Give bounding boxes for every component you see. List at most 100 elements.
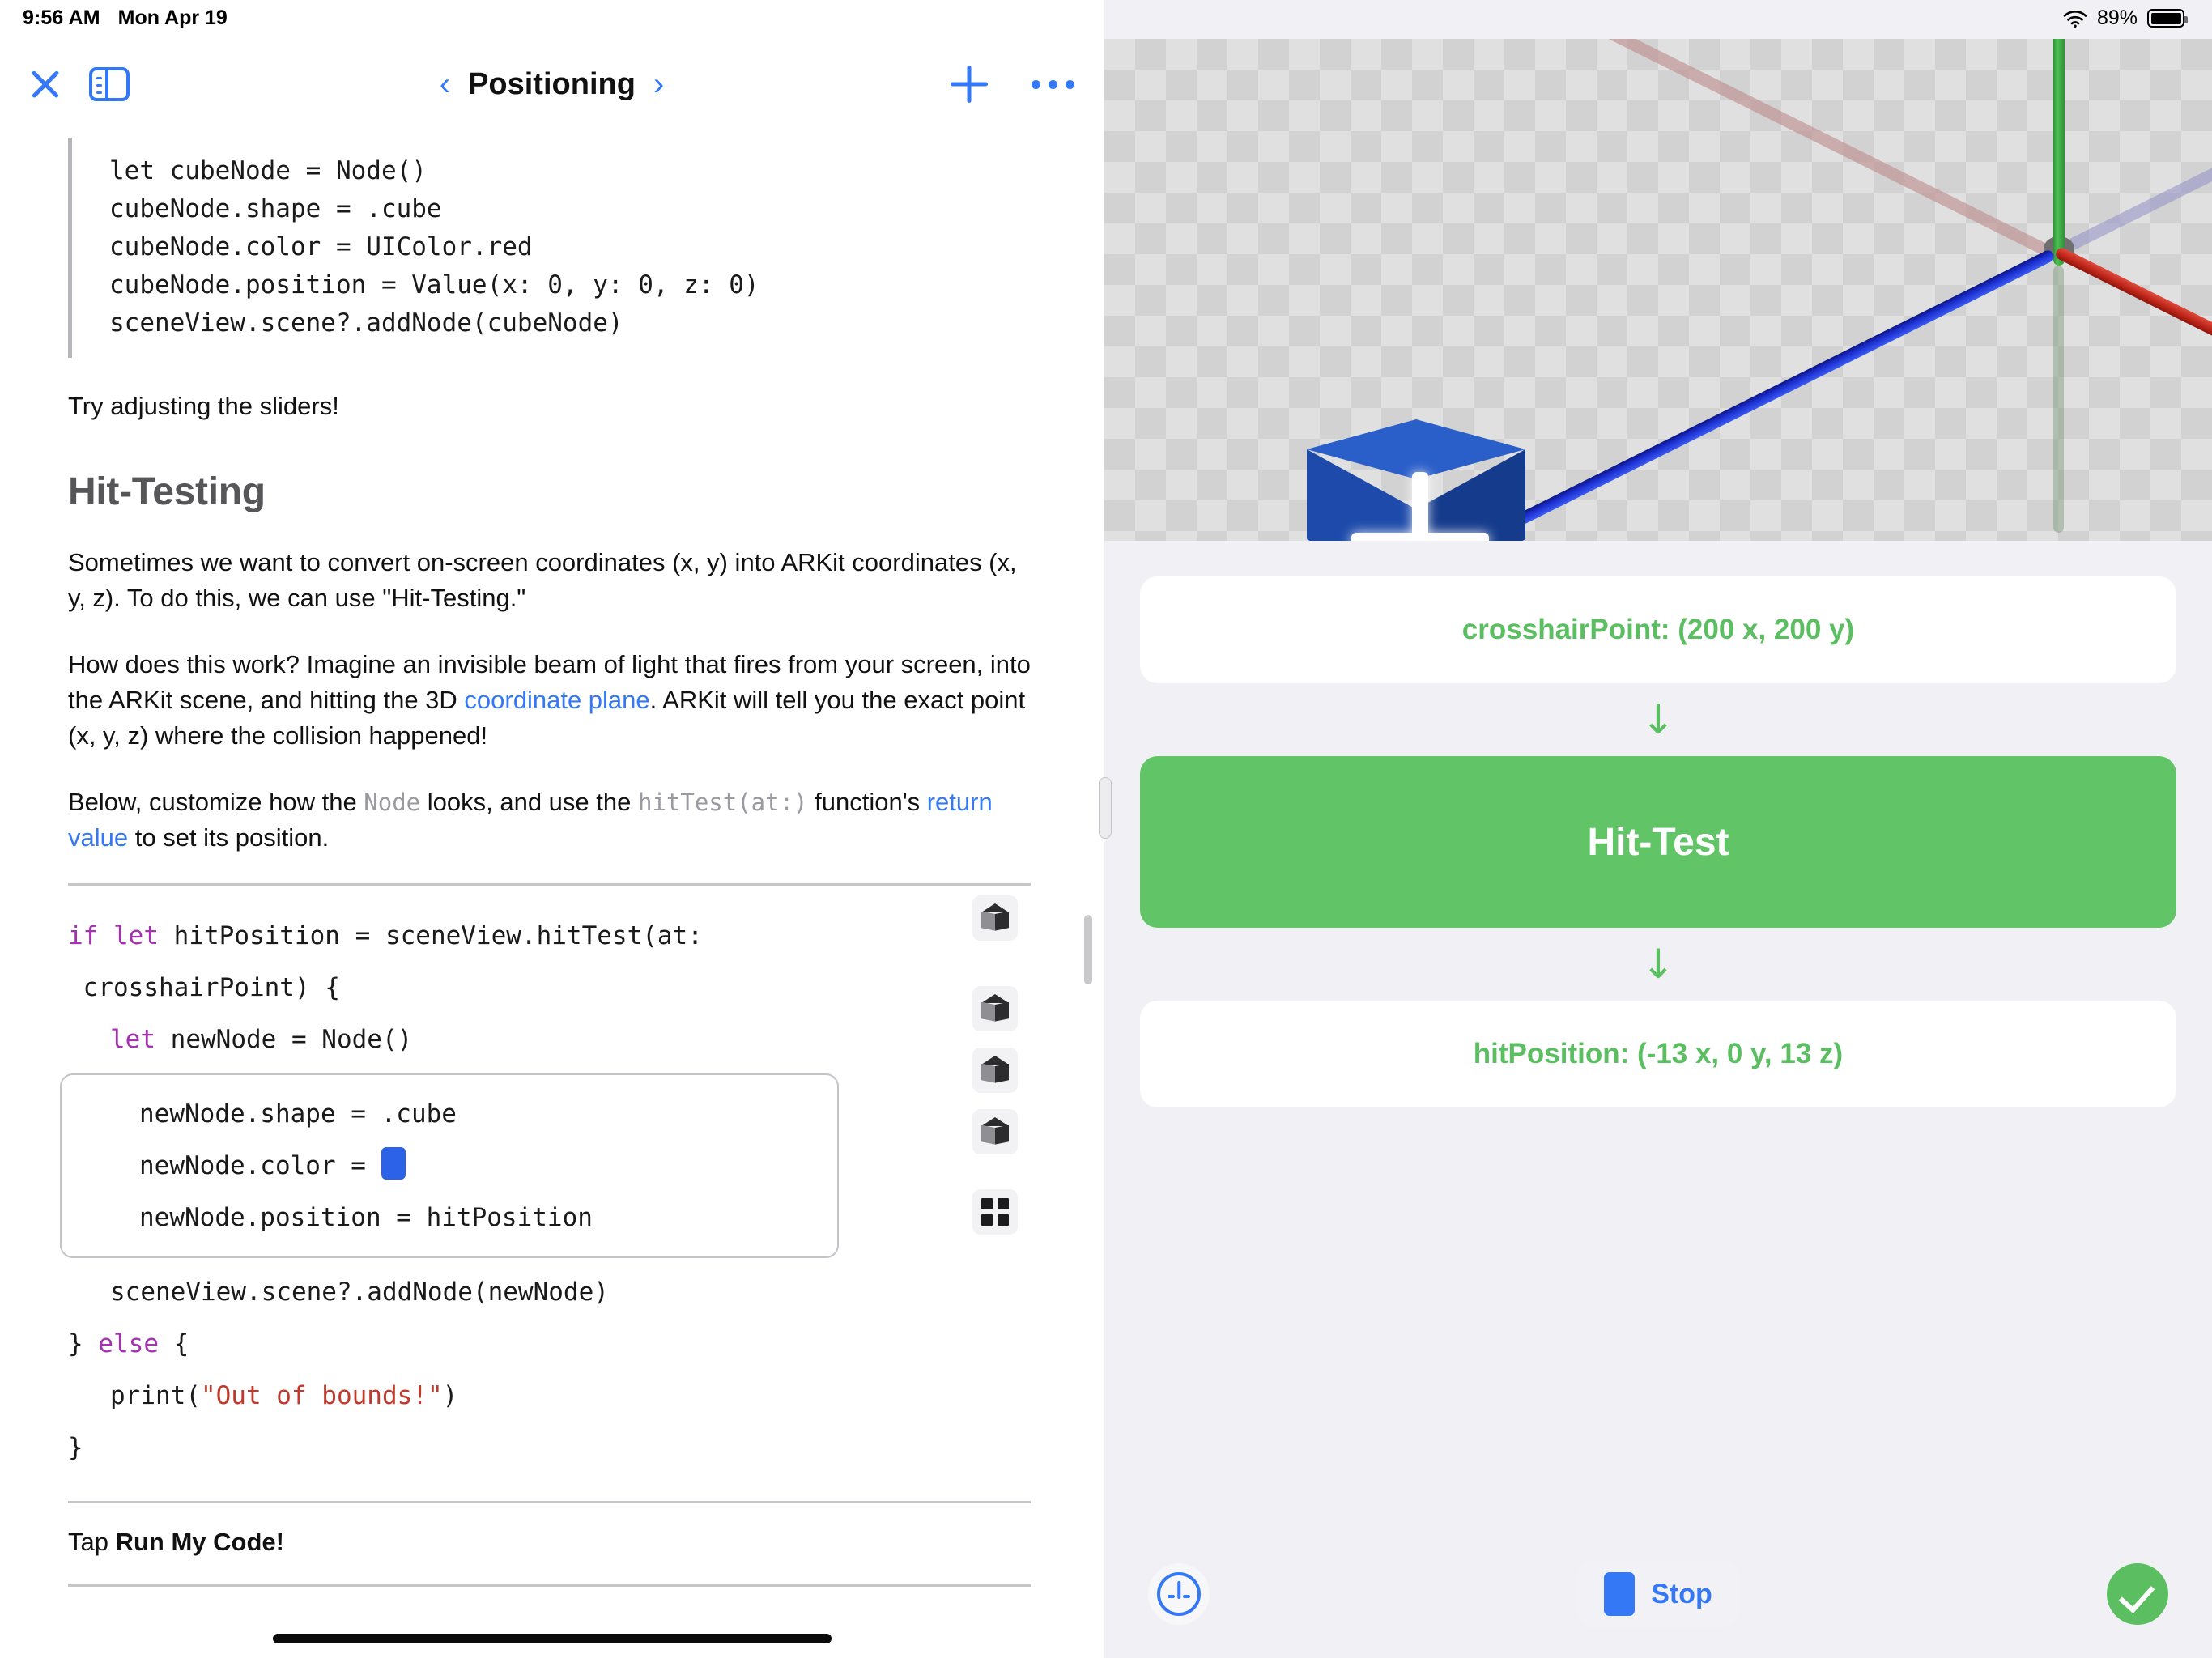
code-line-addnode: sceneView.scene?.addNode(newNode): [110, 1277, 609, 1307]
keyword-let-1: let: [113, 920, 159, 950]
close-icon: [29, 68, 62, 100]
stop-square-icon: [1604, 1572, 1636, 1616]
tap-bold-label: Run My Code!: [115, 1527, 284, 1556]
add-button[interactable]: [951, 66, 988, 103]
sidebar-toggle-icon: [89, 67, 130, 101]
hit-position-value: hitPosition: (-13 x, 0 y, 13 z): [1473, 1038, 1844, 1069]
scene-cube-node: [1307, 419, 1525, 541]
code-if-rest: hitPosition = sceneView.hitTest(at:: [159, 920, 703, 950]
paragraph-how-it-works: How does this work? Imagine an invisible…: [68, 647, 1031, 754]
ar-scene-view[interactable]: [1104, 39, 2212, 541]
more-options-button[interactable]: [1032, 79, 1074, 89]
quoted-code-line-4: cubeNode.position = Value(x: 0, y: 0, z:…: [109, 270, 759, 300]
string-out-of-bounds: "Out of bounds!": [200, 1380, 443, 1410]
sidebar-toggle-button[interactable]: [89, 67, 130, 101]
shelf-cube-button-3[interactable]: [972, 1047, 1018, 1093]
close-button[interactable]: [29, 68, 62, 100]
paragraph-sliders: Try adjusting the sliders!: [68, 391, 339, 420]
speedometer-icon: [1157, 1572, 1201, 1616]
code-line-color[interactable]: newNode.color =: [62, 1140, 837, 1192]
page-title: Positioning: [468, 66, 636, 101]
split-view-divider-handle[interactable]: [1099, 777, 1112, 839]
crosshair-point-card: crosshairPoint: (200 x, 200 y): [1140, 576, 2176, 683]
editable-region-box[interactable]: newNode.shape = .cube newNode.color = ne…: [60, 1073, 839, 1258]
code-color-prefix: newNode.color =: [139, 1150, 381, 1180]
quoted-code-block: let cubeNode = Node() cubeNode.shape = .…: [68, 138, 1031, 358]
cube-icon: [981, 993, 1009, 1023]
para3-part-b: looks, and use the: [420, 787, 638, 816]
more-options-icon: [1032, 79, 1074, 89]
shelf-grid-button[interactable]: [972, 1188, 1018, 1235]
previous-page-button[interactable]: ‹: [440, 68, 450, 100]
paragraph-intro: Sometimes we want to convert on-screen c…: [68, 547, 1017, 612]
stop-button-label: Stop: [1651, 1578, 1712, 1609]
hit-position-card: hitPosition: (-13 x, 0 y, 13 z): [1140, 1001, 2176, 1107]
status-check-button[interactable]: [2106, 1563, 2168, 1625]
hit-test-panel: crosshairPoint: (200 x, 200 y) ↓ Hit-Tes…: [1104, 541, 2212, 1548]
vertical-scrollbar[interactable]: [1084, 915, 1092, 984]
code-line-print: print("Out of bounds!"): [68, 1370, 1031, 1422]
code-line-position[interactable]: newNode.position = hitPosition: [62, 1192, 837, 1244]
plus-icon: [951, 66, 988, 103]
code-print-suffix: ): [442, 1380, 458, 1410]
hit-test-button-label: Hit-Test: [1587, 820, 1729, 864]
code-line-crosshairpoint: crosshairPoint) {: [68, 972, 340, 1002]
split-view-screen: ‹ Positioning › let cubeNode = Node() cu…: [0, 0, 2212, 1658]
para3-part-d: to set its position.: [128, 823, 330, 852]
code-print-prefix: print(: [110, 1380, 201, 1410]
coordinate-plane-link[interactable]: coordinate plane: [464, 686, 649, 714]
code-line-if: if let hitPosition = sceneView.hitTest(a…: [68, 910, 1031, 962]
divider-bottom-2: [68, 1584, 1031, 1587]
shelf-cube-button-4[interactable]: [972, 1108, 1018, 1154]
live-view-pane: crosshairPoint: (200 x, 200 y) ↓ Hit-Tes…: [1104, 0, 2212, 1658]
document-scroll-area[interactable]: let cubeNode = Node() cubeNode.shape = .…: [0, 130, 1104, 1658]
crosshair-marker-icon: [1351, 472, 1489, 541]
para3-part-c: function's: [807, 787, 927, 816]
live-view-bottom-bar: Stop: [1104, 1548, 2212, 1658]
hit-test-button[interactable]: Hit-Test: [1140, 756, 2176, 928]
arrow-down-icon-1: ↓: [1641, 696, 1675, 743]
keyword-if: if: [68, 920, 99, 950]
code-close-brace: }: [68, 1329, 99, 1358]
code-line-shape[interactable]: newNode.shape = .cube: [62, 1088, 837, 1140]
inline-code-node: Node: [364, 788, 421, 816]
shelf-cube-button-1[interactable]: [972, 895, 1018, 941]
home-indicator: [272, 1634, 832, 1643]
code-line-final-brace: }: [68, 1432, 83, 1462]
inline-code-hittest: hitTest(at:): [637, 788, 808, 816]
code-newnode-rest: newNode = Node(): [155, 1024, 413, 1054]
negative-y-axis: [2053, 266, 2064, 533]
divider-top: [68, 882, 1031, 886]
cube-icon: [981, 903, 1009, 933]
editable-code-block[interactable]: if let hitPosition = sceneView.hitTest(a…: [60, 895, 1031, 1473]
tap-prefix: Tap: [68, 1527, 116, 1556]
cube-icon: [981, 1116, 1009, 1146]
quoted-code-line-1: let cubeNode = Node(): [109, 156, 427, 185]
document-toolbar: ‹ Positioning ›: [0, 39, 1104, 130]
arrow-down-icon-2: ↓: [1641, 941, 1675, 988]
para3-part-a: Below, customize how the: [68, 787, 364, 816]
keyword-else: else: [98, 1329, 159, 1358]
cube-icon: [981, 1055, 1009, 1085]
shelf-cube-button-2[interactable]: [972, 985, 1018, 1031]
section-heading-hit-testing: Hit-Testing: [68, 470, 266, 513]
run-my-code-hint: Tap Run My Code!: [68, 1528, 1031, 1557]
quoted-code-line-2: cubeNode.shape = .cube: [109, 194, 442, 224]
execution-speed-button[interactable]: [1148, 1563, 1210, 1625]
checkerboard-floor: [1104, 39, 2212, 541]
code-else-rest: {: [158, 1329, 189, 1358]
color-swatch-button[interactable]: [381, 1146, 406, 1180]
paragraph-customize: Below, customize how the Node looks, and…: [68, 784, 1031, 856]
code-line-else: } else {: [68, 1318, 1031, 1370]
next-page-button[interactable]: ›: [653, 68, 664, 100]
stop-button[interactable]: Stop: [1576, 1561, 1740, 1627]
code-line-newnode: let newNode = Node(): [68, 1014, 1031, 1065]
page-navigator: ‹ Positioning ›: [0, 67, 1104, 102]
keyword-let-2: let: [110, 1024, 155, 1054]
crosshair-point-value: crosshairPoint: (200 x, 200 y): [1461, 614, 1855, 645]
y-axis: [2053, 39, 2065, 266]
divider-bottom: [68, 1500, 1031, 1503]
quoted-code-line-5: sceneView.scene?.addNode(cubeNode): [109, 308, 623, 338]
playground-document-pane: ‹ Positioning › let cubeNode = Node() cu…: [0, 0, 1104, 1658]
quoted-code-line-3: cubeNode.color = UIColor.red: [109, 232, 533, 262]
